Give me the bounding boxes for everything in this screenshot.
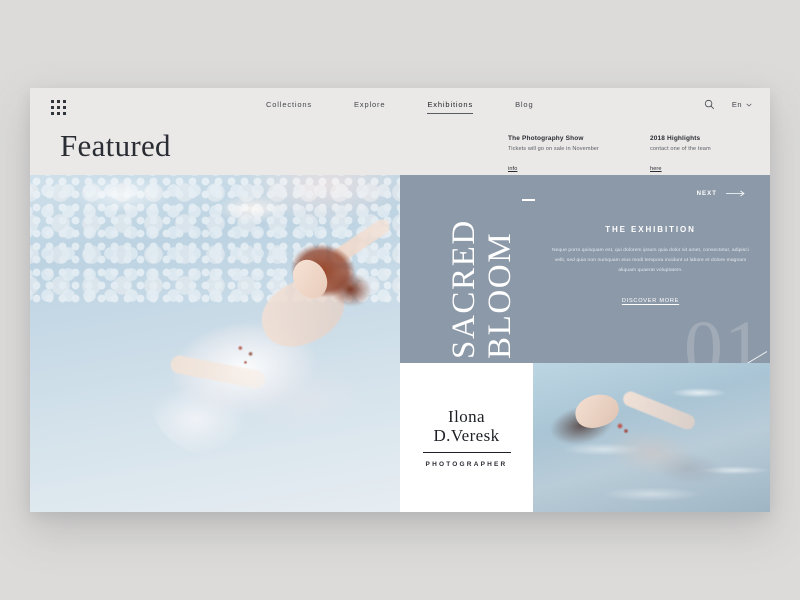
- language-selector[interactable]: En: [732, 100, 752, 109]
- photographer-role: PHOTOGRAPHER: [425, 461, 508, 469]
- photographer-name-line-1: Ilona: [448, 406, 485, 426]
- exhibition-copy: THE EXHIBITION Neque porro quisquam est,…: [548, 225, 753, 307]
- promo-subtitle: contact one of the team: [650, 146, 711, 152]
- photographer-name: Ilona D.Veresk: [434, 407, 500, 445]
- next-label: NEXT: [696, 190, 717, 197]
- promo-item[interactable]: 2018 Highlights contact one of the team …: [650, 135, 750, 175]
- vertical-title-line-1: SACRED: [446, 219, 482, 359]
- language-label: En: [731, 100, 742, 109]
- exhibition-body-text: Neque porro quisquam est, qui dolorem ip…: [552, 248, 749, 274]
- promo-item[interactable]: The Photography Show Tickets will go on …: [508, 135, 608, 175]
- promo-link[interactable]: here: [650, 166, 662, 172]
- promo-title: The Photography Show: [508, 135, 584, 142]
- site-header: Collections Explore Exhibitions Blog En …: [30, 88, 770, 175]
- header-actions: En: [704, 99, 752, 110]
- website-card: Collections Explore Exhibitions Blog En …: [30, 88, 770, 512]
- main-navigation: Collections Explore Exhibitions Blog: [266, 100, 533, 114]
- exhibition-panel: NEXT SACRED BLOOM THE EXHIBITION Neque p…: [400, 175, 770, 363]
- nav-item-blog[interactable]: Blog: [515, 100, 533, 113]
- grid-menu-icon[interactable]: [51, 100, 68, 117]
- nav-item-exhibitions[interactable]: Exhibitions: [427, 100, 474, 114]
- hero-secondary-photo[interactable]: [533, 363, 770, 512]
- promo-link[interactable]: info: [508, 166, 517, 172]
- hero-main-photo[interactable]: [30, 175, 400, 512]
- floating-figure: [540, 388, 751, 509]
- divider: [422, 451, 511, 454]
- red-flower: [613, 419, 633, 439]
- floral-detail: [231, 338, 263, 374]
- search-icon[interactable]: [704, 99, 715, 110]
- header-promos: The Photography Show Tickets will go on …: [508, 135, 750, 175]
- photographer-card[interactable]: Ilona D.Veresk PHOTOGRAPHER: [400, 363, 533, 512]
- title-dash-mark: [522, 199, 535, 201]
- arrow-right-icon: [726, 190, 745, 197]
- nav-item-collections[interactable]: Collections: [266, 100, 312, 113]
- vertical-title-line-2: BLOOM: [482, 231, 518, 359]
- chevron-down-icon: [746, 103, 752, 107]
- promo-title: 2018 Highlights: [650, 135, 701, 142]
- slide-number: 01: [684, 304, 764, 364]
- hero-section: NEXT SACRED BLOOM THE EXHIBITION Neque p…: [30, 175, 770, 512]
- exhibition-eyebrow: THE EXHIBITION: [605, 225, 696, 234]
- next-slide-button[interactable]: NEXT: [697, 190, 746, 197]
- exhibition-vertical-title: SACRED BLOOM: [446, 175, 537, 363]
- page-title: Featured: [60, 128, 171, 163]
- discover-more-link[interactable]: DISCOVER MORE: [622, 298, 679, 304]
- swimmer-figure: [138, 215, 398, 475]
- photographer-name-line-2: D.Veresk: [433, 425, 500, 445]
- nav-item-explore[interactable]: Explore: [354, 100, 385, 113]
- promo-subtitle: Tickets will go on sale in November: [508, 146, 599, 152]
